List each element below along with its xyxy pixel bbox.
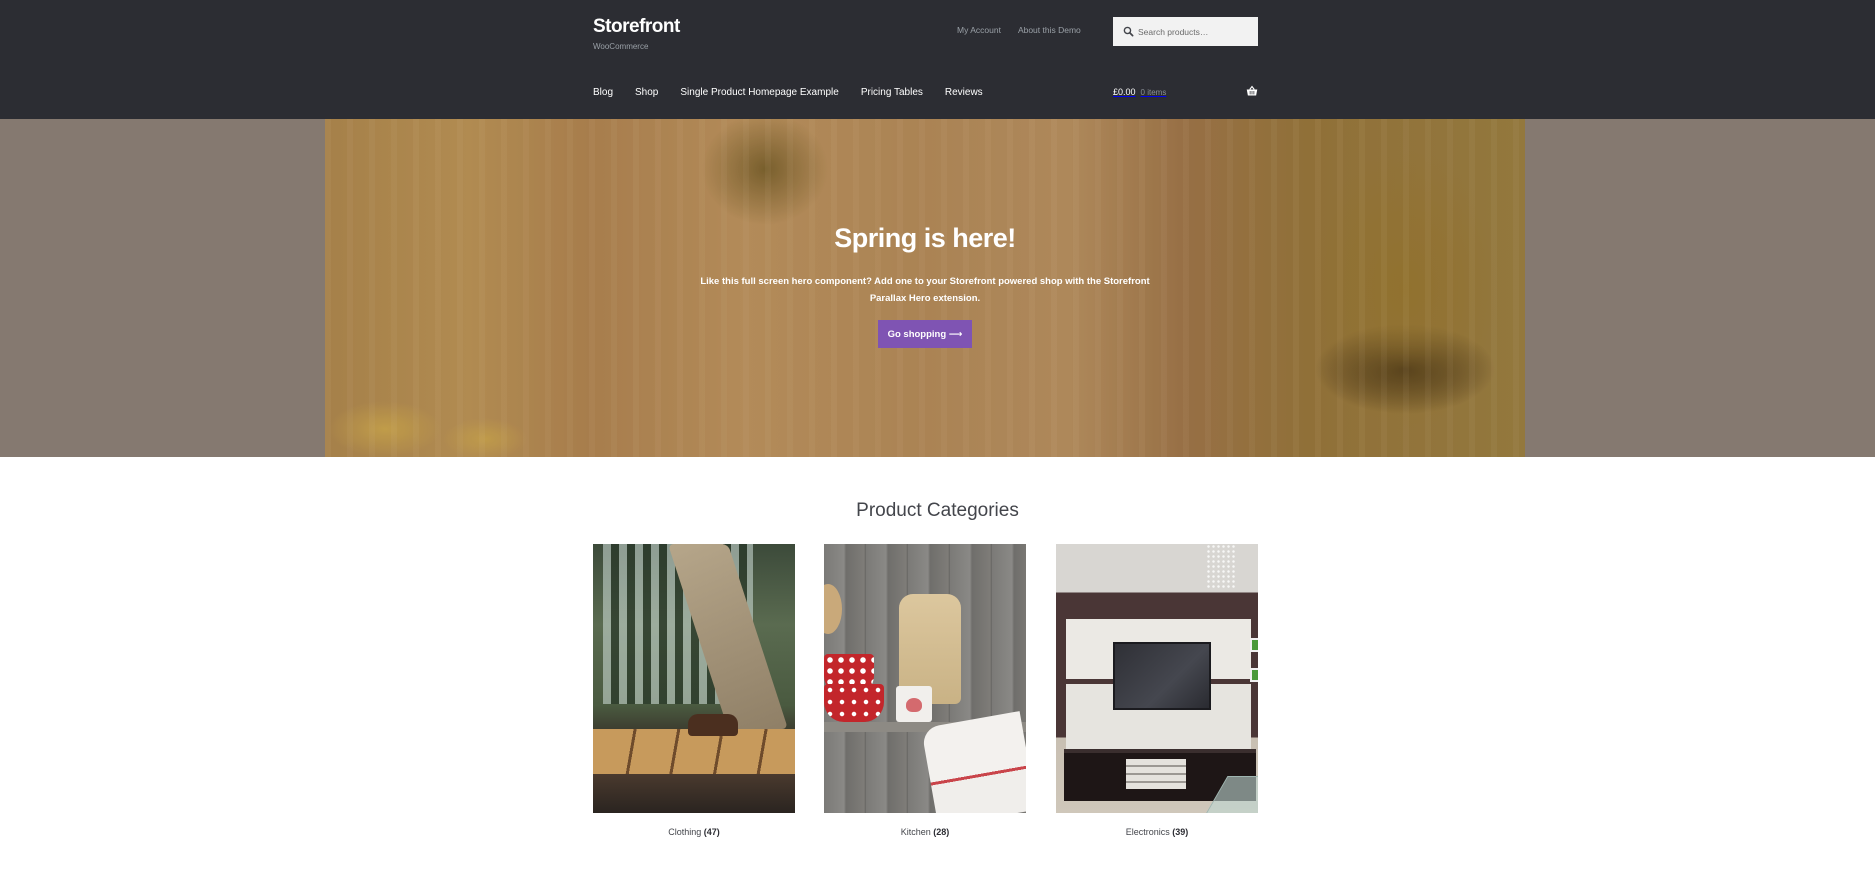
go-shopping-button[interactable]: Go shopping ⟶ bbox=[878, 320, 972, 348]
category-count: (39) bbox=[1172, 827, 1189, 837]
nav-pricing-tables[interactable]: Pricing Tables bbox=[861, 87, 923, 98]
hero-content: Spring is here! Like this full screen he… bbox=[325, 119, 1525, 457]
product-search bbox=[1113, 17, 1258, 46]
nav-single-product-homepage[interactable]: Single Product Homepage Example bbox=[680, 87, 838, 98]
nav-blog[interactable]: Blog bbox=[593, 87, 613, 98]
category-clothing[interactable]: Clothing (47) bbox=[593, 544, 795, 837]
cart-amount: £0.00 bbox=[1113, 87, 1136, 97]
site-branding: Storefront WooCommerce bbox=[593, 16, 680, 51]
search-input[interactable] bbox=[1138, 26, 1253, 37]
category-name: Clothing bbox=[668, 827, 702, 837]
category-electronics[interactable]: Electronics (39) bbox=[1056, 544, 1258, 837]
search-icon bbox=[1123, 26, 1134, 37]
category-count: (28) bbox=[933, 827, 950, 837]
basket-icon bbox=[1246, 85, 1258, 96]
category-label[interactable]: Clothing (47) bbox=[593, 827, 795, 837]
site-header: Storefront WooCommerce My Account About … bbox=[0, 0, 1875, 119]
product-categories-title: Product Categories bbox=[856, 500, 1019, 521]
category-name: Electronics bbox=[1125, 827, 1170, 837]
site-title-link[interactable]: Storefront bbox=[593, 16, 680, 38]
category-label[interactable]: Kitchen (28) bbox=[824, 827, 1026, 837]
nav-reviews[interactable]: Reviews bbox=[945, 87, 983, 98]
hero-section: Spring is here! Like this full screen he… bbox=[0, 119, 1875, 457]
category-name: Kitchen bbox=[900, 827, 931, 837]
cart-link[interactable]: £0.00 0 items bbox=[1113, 85, 1258, 97]
hero-text: Like this full screen hero component? Ad… bbox=[700, 276, 1150, 304]
category-image-electronics[interactable] bbox=[1056, 544, 1258, 813]
category-count: (47) bbox=[703, 827, 720, 837]
cart-count: 0 items bbox=[1140, 87, 1167, 97]
nav-shop[interactable]: Shop bbox=[635, 87, 658, 98]
nav-my-account[interactable]: My Account bbox=[957, 25, 1001, 35]
nav-about-demo[interactable]: About this Demo bbox=[1018, 25, 1081, 35]
site-description: WooCommerce bbox=[593, 42, 649, 51]
category-label[interactable]: Electronics (39) bbox=[1056, 827, 1258, 837]
category-kitchen[interactable]: Kitchen (28) bbox=[824, 544, 1026, 837]
category-image-clothing[interactable] bbox=[593, 544, 795, 813]
category-image-kitchen[interactable] bbox=[824, 544, 1026, 813]
primary-navigation: Blog Shop Single Product Homepage Exampl… bbox=[593, 87, 1005, 98]
secondary-navigation: My Account About this Demo bbox=[957, 25, 1081, 35]
hero-title: Spring is here! bbox=[834, 223, 1016, 253]
